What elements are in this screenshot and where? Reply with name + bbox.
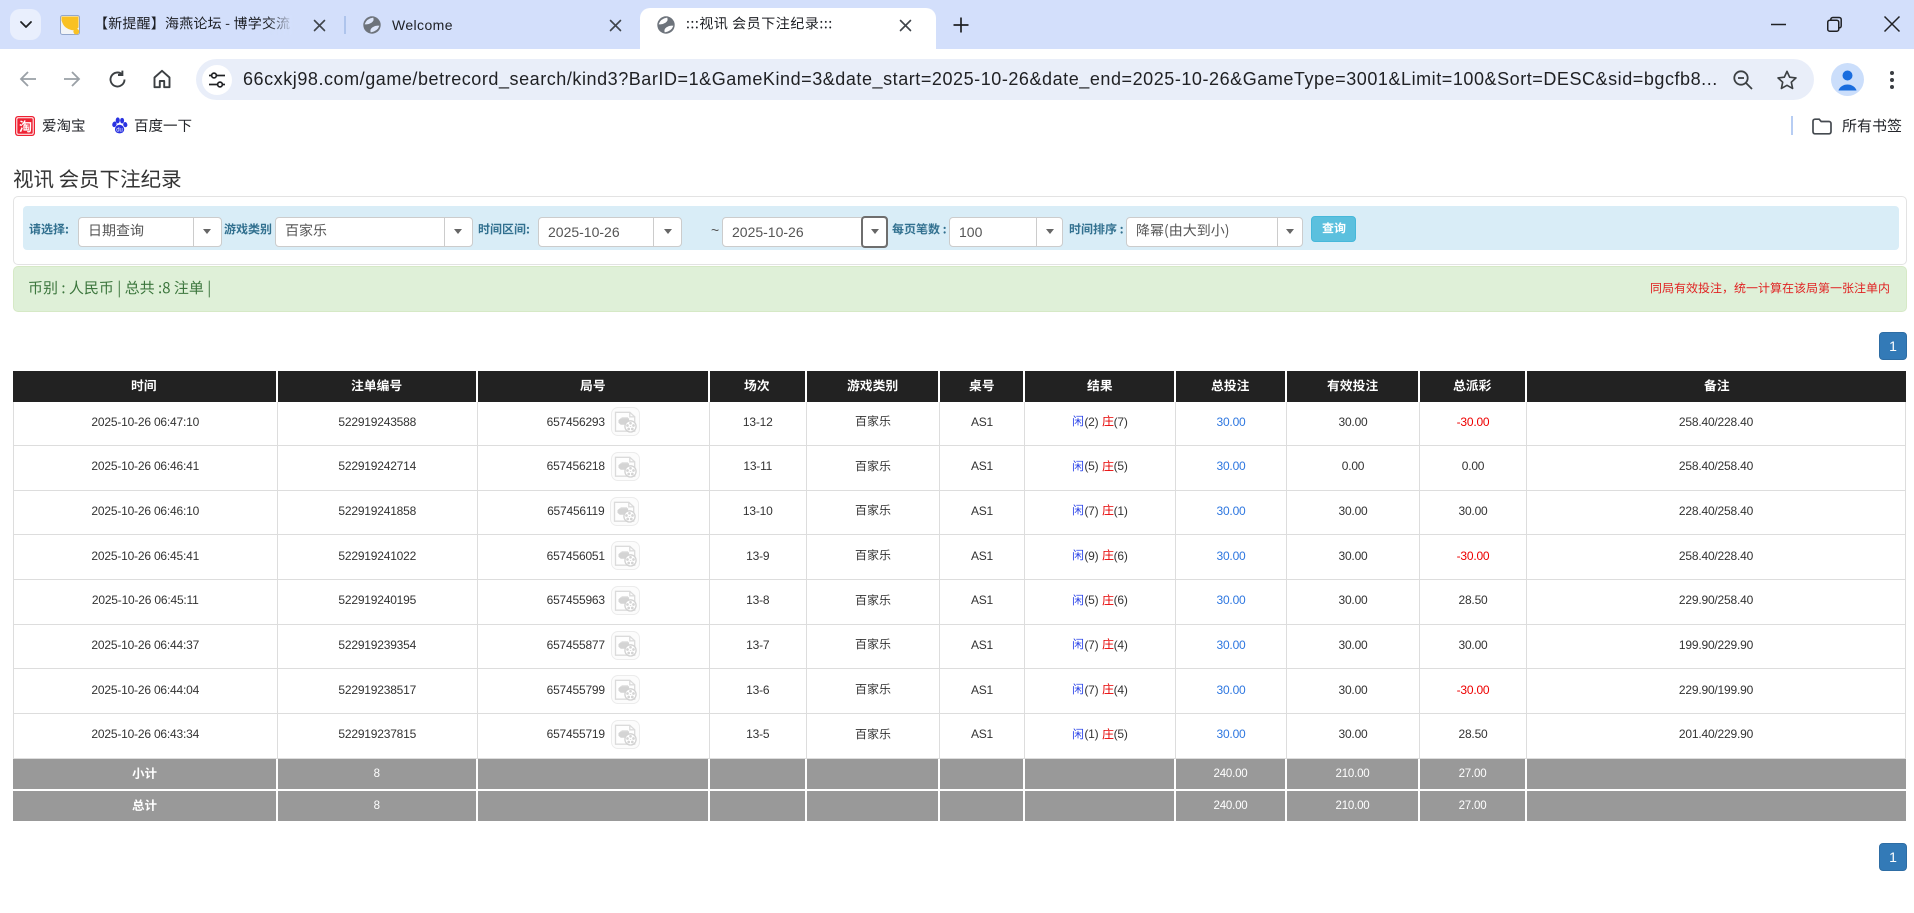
svg-text:du: du bbox=[116, 127, 123, 133]
